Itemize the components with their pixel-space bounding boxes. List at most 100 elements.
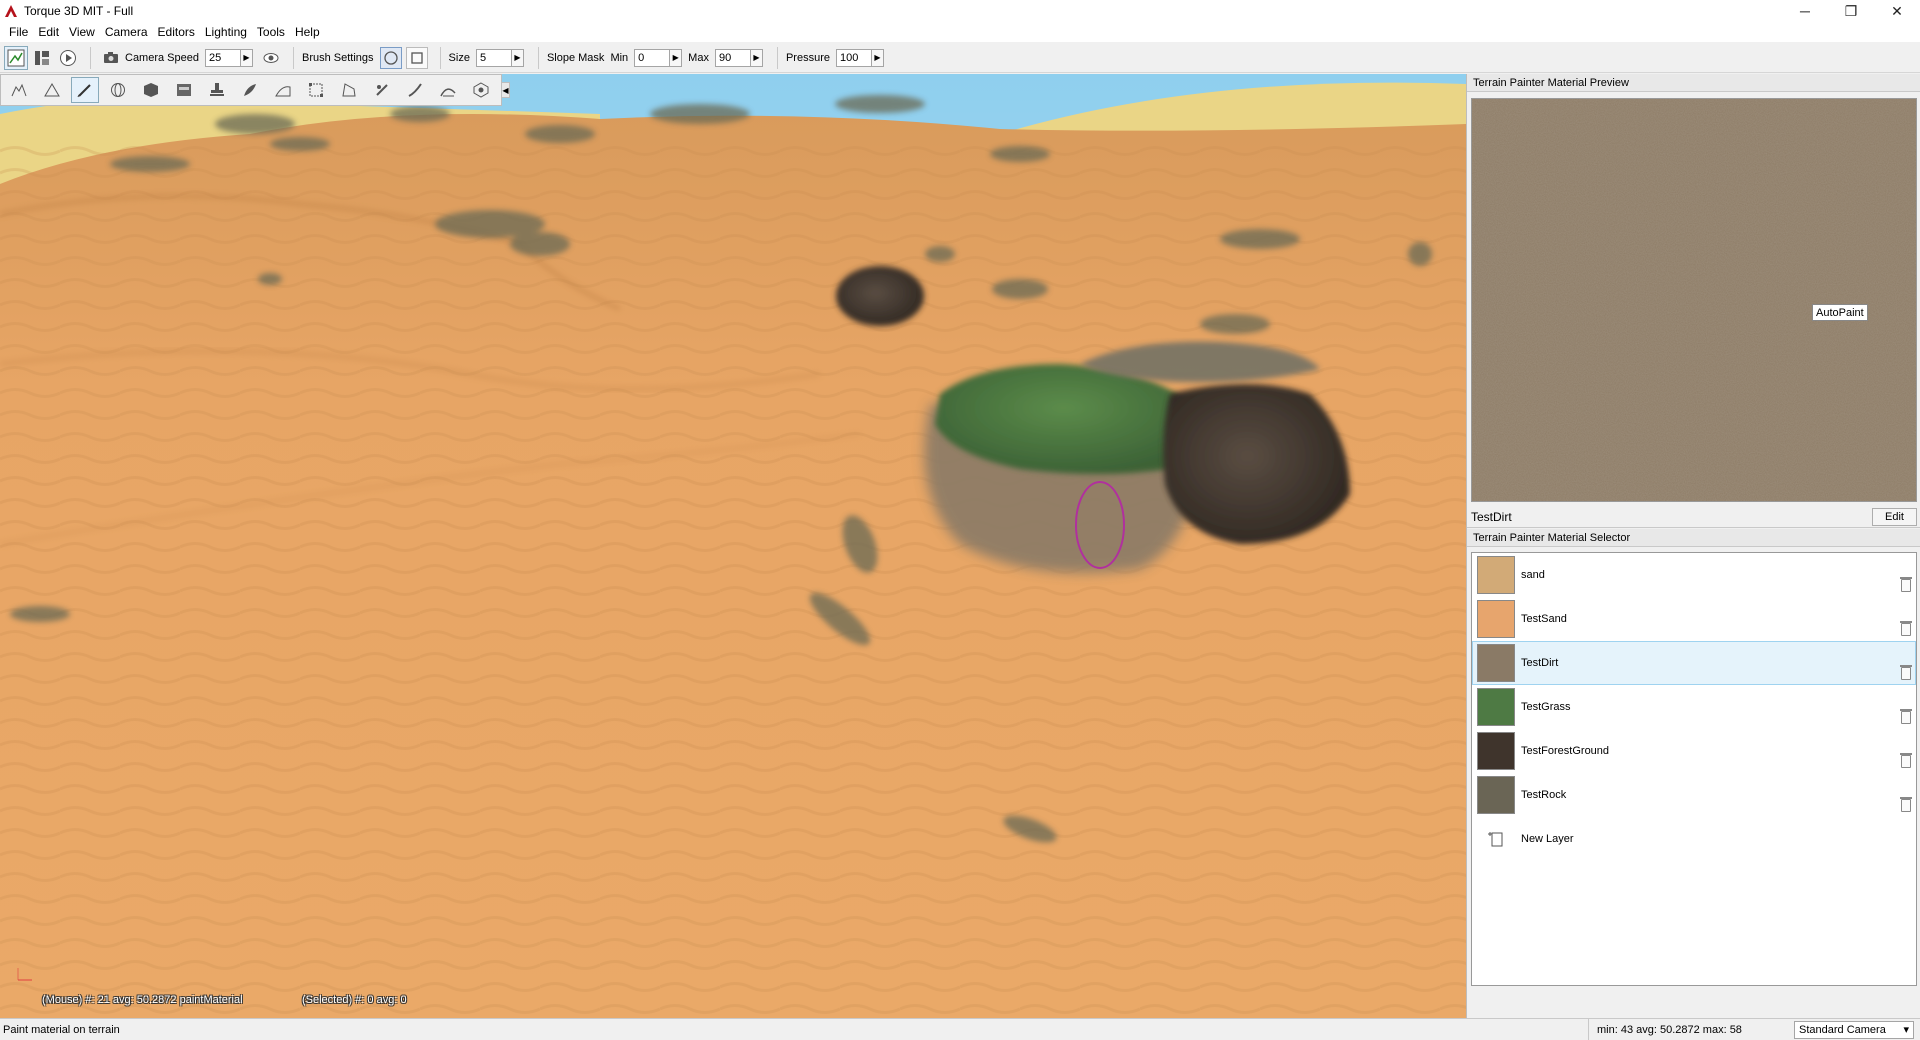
menu-help[interactable]: Help <box>290 25 325 39</box>
terrain-scene <box>0 74 1466 1018</box>
pressure-field: ▶ <box>835 48 884 67</box>
material-label: TestSand <box>1521 613 1567 625</box>
menu-edit[interactable]: Edit <box>33 25 64 39</box>
material-list: sand TestSand TestDirt TestGrass TestFor… <box>1471 552 1917 986</box>
view-icon[interactable] <box>467 77 495 103</box>
material-label: TestRock <box>1521 789 1567 801</box>
slope-min-input[interactable] <box>634 48 671 67</box>
terrain-tool-palette <box>0 74 502 106</box>
material-label: TestForestGround <box>1521 745 1610 757</box>
restore-icon[interactable]: ❐ <box>1828 0 1874 22</box>
status-bar: Paint material on terrain min: 43 avg: 5… <box>0 1018 1920 1040</box>
stamp-icon[interactable] <box>203 77 231 103</box>
autopaint-button[interactable]: AutoPaint <box>1812 304 1868 321</box>
size-arrow-icon[interactable]: ▶ <box>511 48 524 67</box>
sphere-tool-icon[interactable] <box>104 77 132 103</box>
delete-layer-icon[interactable] <box>1900 753 1912 768</box>
new-layer-label: New Layer <box>1521 833 1574 845</box>
material-item-testdirt[interactable]: TestDirt <box>1472 641 1916 685</box>
close-icon[interactable]: ✕ <box>1874 0 1920 22</box>
camera-mode-value: Standard Camera <box>1799 1023 1886 1036</box>
material-item-testgrass[interactable]: TestGrass <box>1472 685 1916 729</box>
material-item-sand[interactable]: sand <box>1472 553 1916 597</box>
material-item-testrock[interactable]: TestRock <box>1472 773 1916 817</box>
pinch-icon[interactable] <box>368 77 396 103</box>
material-label: TestGrass <box>1521 701 1571 713</box>
pressure-label: Pressure <box>785 51 830 64</box>
slope-min-field: ▶ <box>634 48 683 67</box>
delete-layer-icon[interactable] <box>1900 665 1912 680</box>
edit-material-button[interactable]: Edit <box>1872 507 1917 526</box>
camera-mode-select[interactable]: Standard Camera ▾ <box>1794 1020 1914 1039</box>
camera-speed-field: ▶ <box>205 48 253 67</box>
lower-height-icon[interactable] <box>38 77 66 103</box>
delete-layer-icon[interactable] <box>1900 797 1912 812</box>
main-toolbar: Camera Speed ▶ Brush Settings Size ▶ Slo… <box>0 43 1920 73</box>
mouse-readout: (Mouse) #: 21 avg: 50.2872 paintMaterial <box>42 994 243 1006</box>
eye-icon <box>263 52 279 63</box>
menu-camera[interactable]: Camera <box>100 25 153 39</box>
title-bar: Torque 3D MIT - Full ─ ❐ ✕ <box>0 0 1920 22</box>
material-item-testsand[interactable]: TestSand <box>1472 597 1916 641</box>
material-name-row: TestDirt Edit <box>1467 506 1920 528</box>
camera-button[interactable] <box>99 46 123 70</box>
menu-editors[interactable]: Editors <box>153 25 200 39</box>
slope-min-arrow-icon[interactable]: ▶ <box>670 48 683 67</box>
pressure-arrow-icon[interactable]: ▶ <box>871 48 884 67</box>
smooth-icon[interactable] <box>236 77 264 103</box>
brush-tool-icon[interactable] <box>401 77 429 103</box>
delete-layer-icon[interactable] <box>1900 577 1912 592</box>
size-field: ▶ <box>475 48 524 67</box>
pressure-input[interactable] <box>835 48 872 67</box>
menu-view[interactable]: View <box>64 25 100 39</box>
visibility-button[interactable] <box>259 46 283 70</box>
menu-tools[interactable]: Tools <box>252 25 290 39</box>
material-swatch <box>1477 556 1515 594</box>
status-message: Paint material on terrain <box>3 1023 120 1036</box>
material-swatch <box>1477 644 1515 682</box>
minimize-icon[interactable]: ─ <box>1782 0 1828 22</box>
delete-layer-icon[interactable] <box>1900 709 1912 724</box>
material-label: TestDirt <box>1521 657 1559 669</box>
toolbar-separator <box>293 46 294 69</box>
circle-brush-button[interactable] <box>379 46 402 69</box>
paint-material-icon[interactable] <box>71 77 99 103</box>
menu-lighting[interactable]: Lighting <box>200 25 252 39</box>
delete-layer-icon[interactable] <box>1900 621 1912 636</box>
material-item-testforestground[interactable]: TestForestGround <box>1472 729 1916 773</box>
material-swatch <box>1477 732 1515 770</box>
brush-settings-label: Brush Settings <box>302 51 374 64</box>
terrain-viewport[interactable] <box>0 74 1466 1018</box>
slope-icon[interactable] <box>269 77 297 103</box>
camera-speed-arrow-icon[interactable]: ▶ <box>241 48 253 67</box>
raise-height-icon[interactable] <box>5 77 33 103</box>
erode-icon[interactable] <box>434 77 462 103</box>
box-brush-icon <box>410 51 423 64</box>
torque-app-icon <box>5 5 17 17</box>
gui-editor-button[interactable] <box>30 46 54 70</box>
toolbar-separator <box>90 46 91 69</box>
menu-bar: File Edit View Camera Editors Lighting T… <box>0 22 1920 42</box>
menu-file[interactable]: File <box>4 25 33 39</box>
toolbar-separator <box>537 46 539 69</box>
box-brush-button[interactable] <box>405 46 428 69</box>
collapse-palette-icon[interactable]: ◀ <box>502 82 510 98</box>
world-editor-button[interactable] <box>4 45 28 70</box>
slope-max-input[interactable] <box>714 48 751 67</box>
camera-speed-input[interactable] <box>205 48 241 67</box>
noise-icon[interactable] <box>335 77 363 103</box>
play-game-button[interactable] <box>56 46 80 70</box>
flatten-icon[interactable] <box>170 77 198 103</box>
selector-panel-title: Terrain Painter Material Selector <box>1467 529 1920 547</box>
material-label: sand <box>1521 569 1545 581</box>
slope-max-label: Max <box>688 51 709 64</box>
play-icon <box>60 49 76 66</box>
material-swatch <box>1477 600 1515 638</box>
new-layer-item[interactable]: New Layer <box>1472 817 1916 861</box>
slope-max-arrow-icon[interactable]: ▶ <box>750 48 763 67</box>
select-icon[interactable] <box>302 77 330 103</box>
size-input[interactable] <box>475 48 512 67</box>
window-title: Torque 3D MIT - Full <box>24 4 134 18</box>
selected-material-name: TestDirt <box>1471 509 1512 524</box>
cube-tool-icon[interactable] <box>137 77 165 103</box>
